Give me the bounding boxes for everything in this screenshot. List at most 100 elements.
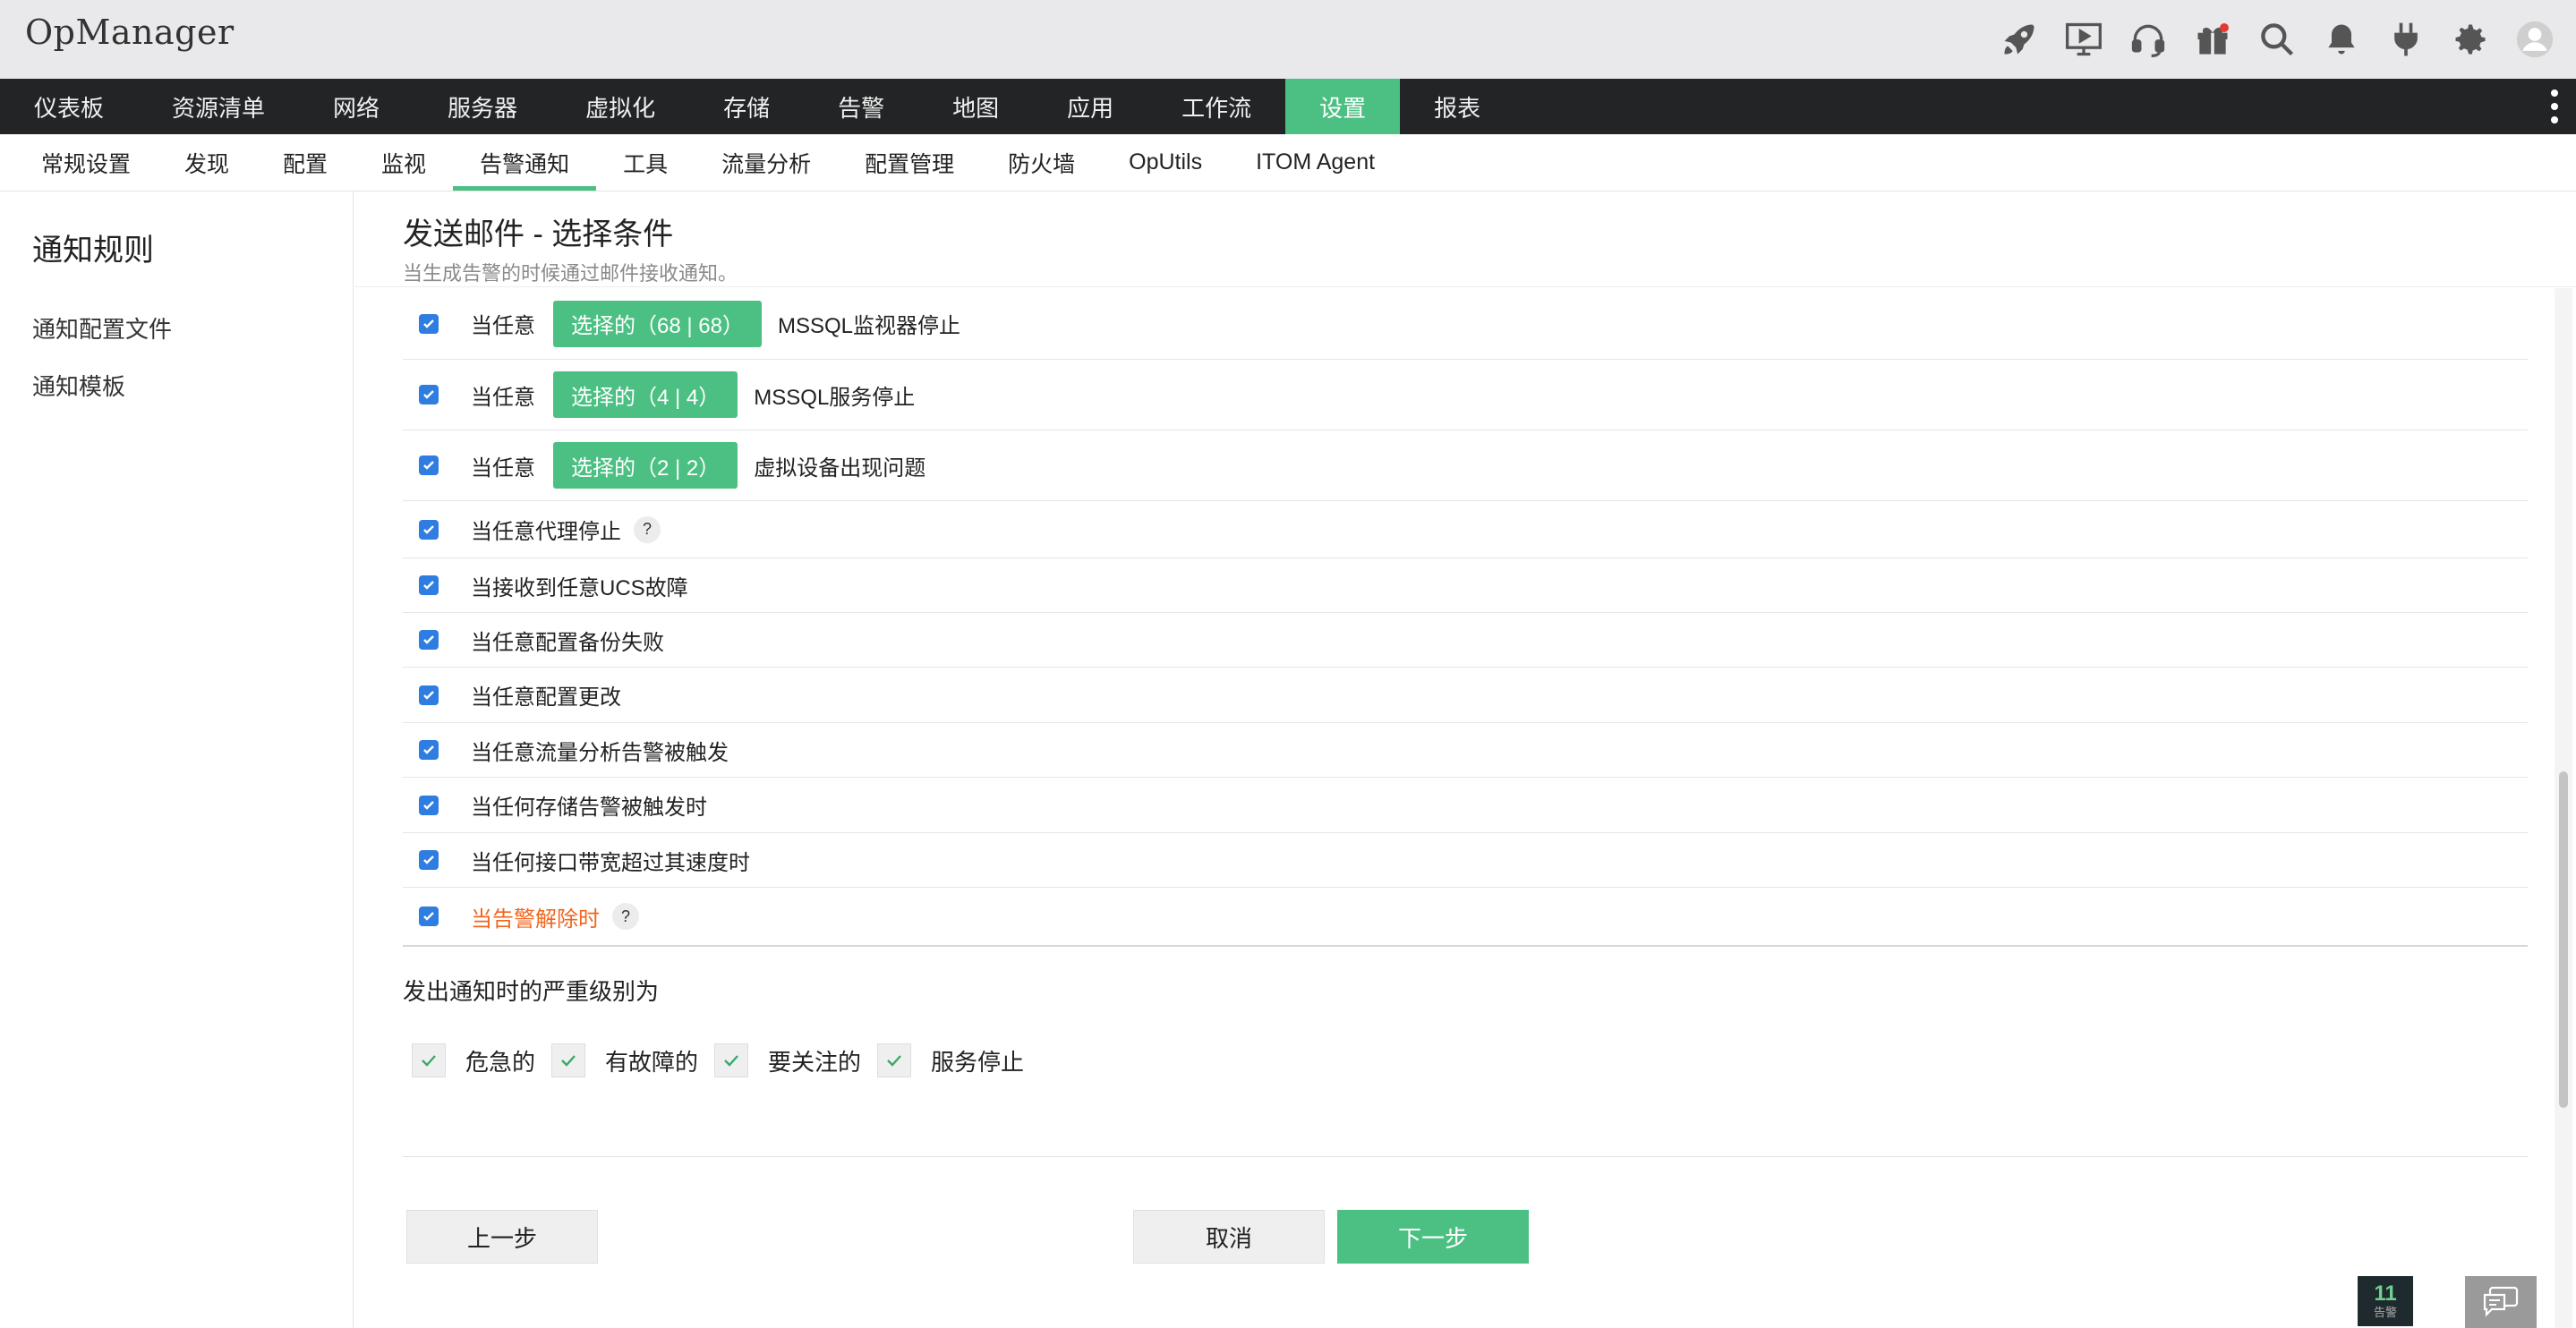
criteria-list: 当任意 选择的（68 | 68） MSSQL监视器停止 当任意 选择的（4 | … bbox=[403, 288, 2528, 947]
tab-flow-analysis[interactable]: 流量分析 bbox=[695, 134, 838, 191]
criteria-row: 当接收到任意UCS故障 bbox=[403, 558, 2528, 613]
link-notification-templates[interactable]: 通知模板 bbox=[32, 369, 125, 402]
gear-icon[interactable] bbox=[2438, 13, 2503, 66]
criteria-suffix: MSSQL服务停止 bbox=[754, 385, 916, 410]
link-notification-profiles[interactable]: 通知配置文件 bbox=[32, 311, 172, 345]
next-button[interactable]: 下一步 bbox=[1337, 1210, 1529, 1264]
scrollbar-thumb[interactable] bbox=[2559, 771, 2568, 1108]
criteria-text: 当任意配置备份失败 bbox=[471, 625, 664, 656]
criteria-prefix: 当任意流量分析告警被触发 bbox=[471, 740, 729, 765]
criteria-checkbox[interactable] bbox=[419, 850, 439, 870]
severity-checkbox-attention[interactable] bbox=[714, 1043, 749, 1077]
tab-config-management[interactable]: 配置管理 bbox=[838, 134, 981, 191]
nav-alarms[interactable]: 告警 bbox=[804, 79, 918, 134]
criteria-checkbox[interactable] bbox=[419, 385, 439, 404]
tab-configuration[interactable]: 配置 bbox=[256, 134, 354, 191]
severity-checkbox-service-down[interactable] bbox=[877, 1043, 912, 1077]
criteria-checkbox[interactable] bbox=[419, 685, 439, 705]
top-header: OpManager bbox=[0, 0, 2576, 79]
criteria-checkbox[interactable] bbox=[419, 455, 439, 475]
severity-title: 发出通知时的严重级别为 bbox=[403, 978, 660, 1005]
severity-options: 危急的 有故障的 要关注的 服务停止 bbox=[412, 1043, 1040, 1077]
alarm-count-widget[interactable]: 11 告警 bbox=[2358, 1276, 2413, 1326]
nav-maps[interactable]: 地图 bbox=[918, 79, 1033, 134]
criteria-text: 当任意代理停止 ? bbox=[471, 514, 661, 545]
criteria-row: 当任意配置更改 bbox=[403, 668, 2528, 723]
sub-nav: 常规设置 发现 配置 监视 告警通知 工具 流量分析 配置管理 防火墙 OpUt… bbox=[0, 134, 2576, 192]
tab-general-settings[interactable]: 常规设置 bbox=[14, 134, 158, 191]
tab-discovery[interactable]: 发现 bbox=[158, 134, 256, 191]
notification-dot bbox=[2220, 23, 2229, 32]
criteria-checkbox[interactable] bbox=[419, 907, 439, 926]
criteria-text: 当任何存储告警被触发时 bbox=[471, 789, 707, 821]
criteria-checkbox[interactable] bbox=[419, 313, 439, 334]
nav-virtualization[interactable]: 虚拟化 bbox=[551, 79, 689, 134]
criteria-text: 当任意配置更改 bbox=[471, 679, 621, 711]
nav-reports[interactable]: 报表 bbox=[1400, 79, 1514, 134]
presentation-icon[interactable] bbox=[2051, 13, 2116, 66]
tab-oputils[interactable]: OpUtils bbox=[1102, 134, 1229, 191]
select-monitors-button[interactable]: 选择的（68 | 68） bbox=[553, 300, 762, 347]
criteria-row: 当任意 选择的（68 | 68） MSSQL监视器停止 bbox=[403, 288, 2528, 360]
criteria-prefix: 当任何接口带宽超过其速度时 bbox=[471, 850, 750, 875]
plug-icon[interactable] bbox=[2374, 13, 2438, 66]
criteria-checkbox[interactable] bbox=[419, 740, 439, 760]
criteria-checkbox[interactable] bbox=[419, 575, 439, 595]
more-menu-icon[interactable] bbox=[2546, 89, 2563, 123]
headset-icon[interactable] bbox=[2116, 13, 2180, 66]
gift-icon[interactable] bbox=[2180, 13, 2245, 66]
nav-dashboard[interactable]: 仪表板 bbox=[0, 79, 138, 134]
criteria-row: 当告警解除时 ? bbox=[403, 888, 2528, 947]
help-icon[interactable]: ? bbox=[634, 515, 661, 543]
main-content: 发送邮件 - 选择条件 当生成告警的时候通过邮件接收通知。 当任意 选择的（68… bbox=[354, 192, 2576, 1328]
select-services-button[interactable]: 选择的（4 | 4） bbox=[553, 371, 738, 418]
criteria-prefix: 当任意配置备份失败 bbox=[471, 630, 664, 655]
criteria-prefix[interactable]: 当告警解除时 bbox=[471, 901, 600, 932]
bell-icon[interactable] bbox=[2309, 13, 2374, 66]
alarm-label: 告警 bbox=[2373, 1306, 2397, 1319]
criteria-checkbox[interactable] bbox=[419, 519, 439, 540]
rocket-icon[interactable] bbox=[1987, 13, 2051, 66]
severity-label: 有故障的 bbox=[605, 1048, 699, 1076]
criteria-prefix: 当任意 bbox=[471, 385, 535, 410]
select-virtual-devices-button[interactable]: 选择的（2 | 2） bbox=[553, 442, 738, 489]
tab-notifications[interactable]: 告警通知 bbox=[453, 134, 597, 191]
criteria-text: 当接收到任意UCS故障 bbox=[471, 570, 688, 601]
severity-checkbox-trouble[interactable] bbox=[551, 1043, 586, 1077]
criteria-text: 当任意流量分析告警被触发 bbox=[471, 735, 729, 766]
criteria-checkbox[interactable] bbox=[419, 630, 439, 650]
criteria-row: 当任意 选择的（2 | 2） 虚拟设备出现问题 bbox=[403, 430, 2528, 501]
criteria-checkbox[interactable] bbox=[419, 795, 439, 815]
nav-servers[interactable]: 服务器 bbox=[414, 79, 551, 134]
nav-workflow[interactable]: 工作流 bbox=[1147, 79, 1285, 134]
severity-label: 要关注的 bbox=[768, 1048, 862, 1076]
criteria-row: 当任意 选择的（4 | 4） MSSQL服务停止 bbox=[403, 360, 2528, 430]
criteria-text: 当任意 选择的（68 | 68） MSSQL监视器停止 bbox=[471, 300, 960, 347]
main-nav: 仪表板 资源清单 网络 服务器 虚拟化 存储 告警 地图 应用 工作流 设置 报… bbox=[0, 79, 2576, 134]
nav-network[interactable]: 网络 bbox=[299, 79, 414, 134]
criteria-prefix: 当任意 bbox=[471, 314, 535, 338]
cancel-button[interactable]: 取消 bbox=[1133, 1210, 1325, 1264]
app-logo[interactable]: OpManager bbox=[25, 13, 235, 52]
tab-tools[interactable]: 工具 bbox=[596, 134, 695, 191]
nav-settings[interactable]: 设置 bbox=[1285, 79, 1401, 134]
chat-widget[interactable] bbox=[2465, 1276, 2537, 1328]
nav-inventory[interactable]: 资源清单 bbox=[138, 79, 299, 134]
severity-checkbox-critical[interactable] bbox=[412, 1043, 446, 1077]
search-icon[interactable] bbox=[2245, 13, 2309, 66]
tab-monitoring[interactable]: 监视 bbox=[354, 134, 453, 191]
help-icon[interactable]: ? bbox=[612, 903, 639, 930]
top-icon-bar bbox=[1987, 13, 2567, 66]
avatar-icon[interactable] bbox=[2503, 13, 2567, 66]
prev-button[interactable]: 上一步 bbox=[406, 1210, 598, 1264]
criteria-prefix: 当接收到任意UCS故障 bbox=[471, 575, 688, 600]
nav-apps[interactable]: 应用 bbox=[1033, 79, 1147, 134]
criteria-row: 当任何接口带宽超过其速度时 bbox=[403, 833, 2528, 888]
tab-itom-agent[interactable]: ITOM Agent bbox=[1229, 134, 1402, 191]
criteria-row: 当任意流量分析告警被触发 bbox=[403, 723, 2528, 778]
criteria-text: 当任何接口带宽超过其速度时 bbox=[471, 845, 750, 876]
left-panel-title: 通知规则 bbox=[32, 234, 154, 268]
tab-firewall[interactable]: 防火墙 bbox=[981, 134, 1102, 191]
nav-storage[interactable]: 存储 bbox=[689, 79, 804, 134]
criteria-suffix: MSSQL监视器停止 bbox=[777, 314, 960, 338]
